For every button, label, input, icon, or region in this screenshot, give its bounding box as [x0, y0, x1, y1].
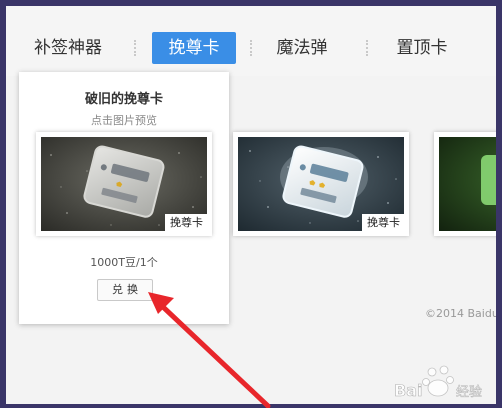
tab-separator: [134, 40, 136, 56]
copyright-text: ©2014 Baidu: [425, 307, 496, 320]
tab-buqian[interactable]: 补签神器: [28, 32, 108, 64]
item-card[interactable]: 挽尊卡: [36, 132, 212, 236]
preview-hint: 点击图片预览: [91, 114, 157, 127]
item-card[interactable]: [434, 132, 496, 236]
card-image[interactable]: [439, 137, 496, 231]
item-popup: 破旧的挽尊卡 点击图片预览 挽尊卡 1000T豆/1个 兑换: [19, 72, 229, 324]
tab-wanzun[interactable]: 挽尊卡: [152, 32, 236, 64]
card-label: 挽尊卡: [362, 214, 405, 232]
item-title: 破旧的挽尊卡: [84, 92, 163, 107]
tab-bar: 补签神器 挽尊卡 魔法弹 置顶卡: [6, 6, 496, 76]
exchange-button[interactable]: 兑换: [97, 279, 153, 301]
tab-separator: [366, 40, 368, 56]
svg-text:Bai: Bai: [394, 381, 422, 400]
item-card[interactable]: 挽尊卡: [233, 132, 409, 236]
card-label: 挽尊卡: [165, 214, 208, 232]
app-window: 补签神器 挽尊卡 魔法弹 置顶卡 挽尊卡 破旧的挽尊卡 点击图片预览 挽尊卡 1…: [6, 6, 496, 404]
item-price: 1000T豆/1个: [90, 256, 158, 269]
tab-separator: [250, 40, 252, 56]
baidu-jingyan-watermark: Bai 经验: [388, 362, 496, 404]
tab-zhiding[interactable]: 置顶卡: [390, 32, 454, 64]
tab-mofadan[interactable]: 魔法弹: [270, 32, 334, 64]
svg-text:经验: 经验: [456, 384, 482, 400]
